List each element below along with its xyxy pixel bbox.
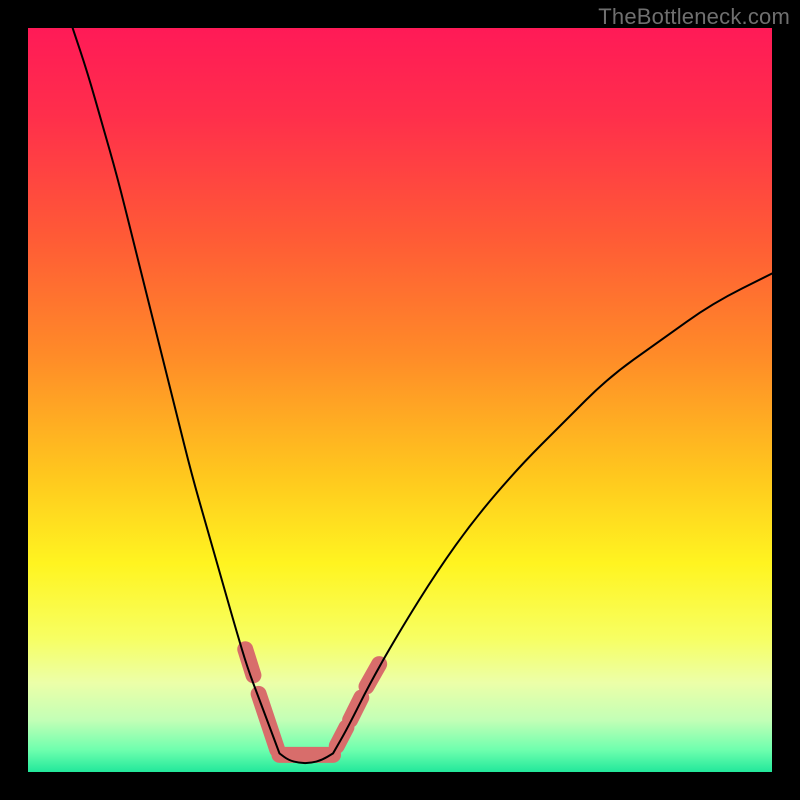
highlight-segments xyxy=(245,649,379,755)
segment-right-seg-up xyxy=(367,664,380,686)
frame: TheBottleneck.com xyxy=(0,0,800,800)
bottleneck-curve xyxy=(73,28,772,763)
plot-area xyxy=(28,28,772,772)
curves-layer xyxy=(28,28,772,772)
watermark-text: TheBottleneck.com xyxy=(598,4,790,30)
segment-right-seg-low2 xyxy=(350,698,361,720)
